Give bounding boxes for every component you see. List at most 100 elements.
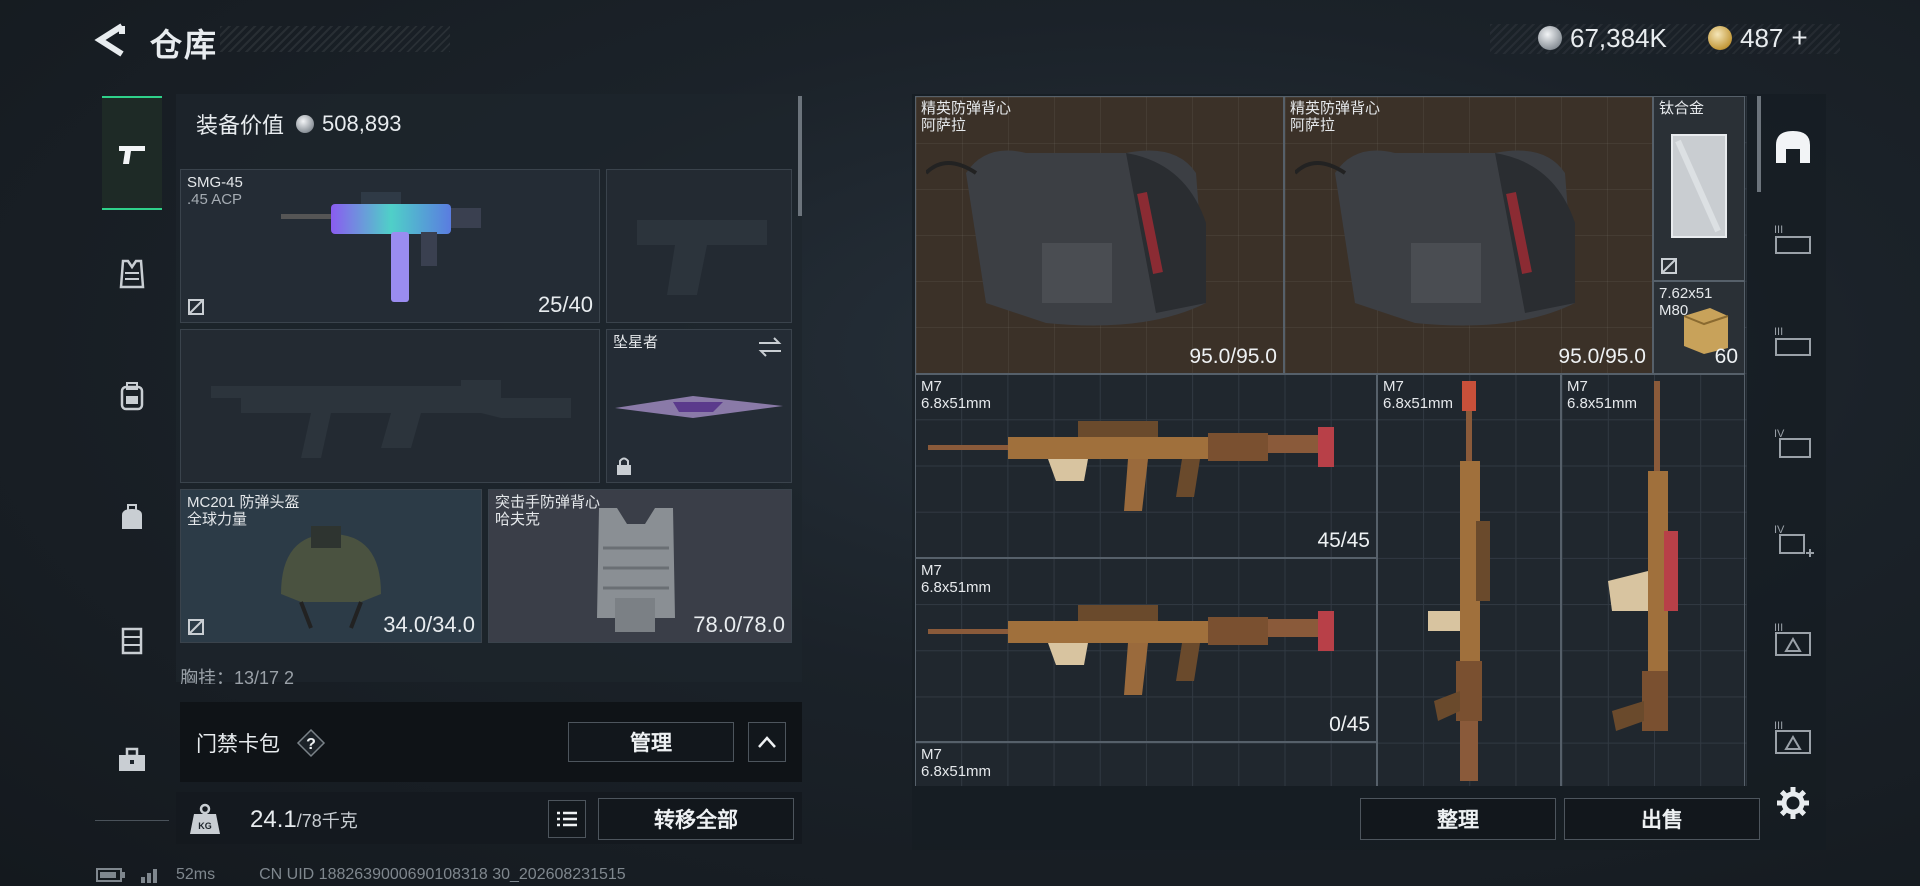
elite-vest-image xyxy=(1295,150,1575,326)
shelf-6-icon: III xyxy=(1774,720,1811,754)
gold-currency[interactable]: 487 + xyxy=(1708,20,1808,56)
uid-text: CN UID 1882639000690108318 30_2026082315… xyxy=(259,866,626,883)
no-insure-icon xyxy=(188,299,204,315)
melee-slot[interactable]: 坠星者 xyxy=(606,329,792,483)
sell-button[interactable]: 出售 xyxy=(1564,798,1760,840)
weight-text: 24.1/78千克 xyxy=(250,806,358,834)
helmet-durability: 34.0/34.0 xyxy=(383,612,475,637)
item-brand: 阿萨拉 xyxy=(921,117,967,134)
knife-image xyxy=(615,396,783,418)
signal-icon xyxy=(141,869,157,883)
primary-weapon-ammo: .45 ACP xyxy=(187,191,243,208)
tab-items[interactable] xyxy=(102,476,162,560)
sort-button[interactable]: 整理 xyxy=(1360,798,1556,840)
toolbox-icon xyxy=(119,747,145,771)
item-name: M7 xyxy=(921,562,942,579)
tab-toolbox[interactable] xyxy=(102,718,162,802)
vest-durability: 78.0/78.0 xyxy=(693,612,785,637)
m7-rifle-image xyxy=(928,421,1334,511)
m7-rifle-vertical-image xyxy=(1608,381,1678,731)
item-name: M7 xyxy=(921,378,942,395)
loadout-scrollbar[interactable] xyxy=(798,96,802,216)
helmet-slot[interactable]: MC201 防弹头盔 全球力量 34.0/34.0 xyxy=(180,489,482,643)
safe-icon xyxy=(1776,131,1810,163)
item-durability: 95.0/95.0 xyxy=(1189,345,1277,368)
title-stripe-decoration xyxy=(220,26,450,52)
storage-item-rifle[interactable]: M7 6.8x51mm xyxy=(915,742,1377,786)
shelf-tab-6[interactable]: III xyxy=(1768,712,1818,762)
storage-item-titanium[interactable]: 钛合金 xyxy=(1653,96,1745,281)
help-icon[interactable]: ? xyxy=(296,728,326,758)
storage-item-vest[interactable]: 精英防弹背心 阿萨拉 95.0/95.0 xyxy=(915,96,1284,374)
shelf-5-icon: III xyxy=(1774,622,1811,656)
weight-icon: KG xyxy=(190,803,220,834)
storage-item-rifle[interactable]: M7 6.8x51mm 0/45 xyxy=(915,558,1377,742)
shelf-3b-icon: III xyxy=(1774,326,1811,356)
item-durability: 95.0/95.0 xyxy=(1558,345,1646,368)
chest-rig-row[interactable]: 胸挂：13/17 2 xyxy=(180,664,792,684)
secondary-weapon-slot[interactable] xyxy=(180,329,600,483)
weight-value: 24.1 xyxy=(250,806,297,833)
collapse-button[interactable] xyxy=(748,722,786,762)
settings-button[interactable] xyxy=(1768,778,1818,828)
primary-weapon-slot[interactable]: SMG-45 .45 ACP 25/40 xyxy=(180,169,600,323)
svg-text:KG: KG xyxy=(198,821,212,831)
shelf-tab-4-add[interactable]: IV xyxy=(1768,516,1818,566)
primary-weapon-name: SMG-45 xyxy=(187,174,243,191)
item-brand: 阿萨拉 xyxy=(1290,117,1336,134)
rig-icon xyxy=(121,627,143,655)
tab-weapons[interactable] xyxy=(102,96,162,210)
storage-item-rifle[interactable]: M7 6.8x51mm xyxy=(1377,374,1561,786)
item-ammo: 6.8x51mm xyxy=(921,763,992,780)
manage-button[interactable]: 管理 xyxy=(568,722,734,762)
safe-box-tab[interactable] xyxy=(1768,122,1818,172)
primary-weapon-ammo-count: 25/40 xyxy=(537,292,593,317)
tab-backpack[interactable] xyxy=(102,354,162,438)
shelf-tab-5[interactable]: III xyxy=(1768,614,1818,664)
smg-image xyxy=(281,192,481,302)
storage-item-vest[interactable]: 精英防弹背心 阿萨拉 95.0/95.0 xyxy=(1284,96,1653,374)
vest-label: 突击手防弹背心 哈夫克 xyxy=(495,494,600,528)
rifle-silhouette-icon xyxy=(211,380,571,458)
helmet-name: MC201 防弹头盔 xyxy=(187,494,300,511)
shelf-tab-3[interactable]: III xyxy=(1768,214,1818,264)
pistol-slot[interactable] xyxy=(606,169,792,323)
battery-icon xyxy=(96,868,125,882)
backpack-icon xyxy=(120,382,144,411)
status-footer: 52ms CN UID 1882639000690108318 30_20260… xyxy=(96,866,626,884)
tab-chest-rig[interactable] xyxy=(102,598,162,682)
help-icon-label: ? xyxy=(306,736,316,753)
elite-vest-image xyxy=(926,150,1206,326)
swap-icon[interactable] xyxy=(757,336,783,358)
item-name: 精英防弹背心 xyxy=(921,100,1012,117)
storage-item-rifle[interactable]: M7 6.8x51mm xyxy=(1561,374,1745,786)
silver-currency-value: 67,384K xyxy=(1570,22,1667,53)
no-insure-icon xyxy=(1661,258,1677,274)
helmet-image xyxy=(281,526,381,629)
silver-coin-icon xyxy=(1538,26,1562,50)
primary-weapon-label: SMG-45 .45 ACP xyxy=(187,174,243,208)
vest-slot[interactable]: 突击手防弹背心 哈夫克 78.0/78.0 xyxy=(488,489,792,643)
shelf-tab-4[interactable]: IV xyxy=(1768,418,1818,468)
gold-currency-value: 487 xyxy=(1740,22,1784,53)
vest-name: 突击手防弹背心 xyxy=(495,494,601,511)
equipment-value: 508,893 xyxy=(322,111,402,136)
bag-icon xyxy=(122,504,142,529)
add-currency-icon[interactable]: + xyxy=(1791,22,1807,54)
shelf-tab-3b[interactable]: III xyxy=(1768,316,1818,366)
melee-name: 坠星者 xyxy=(613,334,659,351)
storage-scrollbar[interactable] xyxy=(1757,96,1761,192)
page-title: 仓库 xyxy=(150,27,219,63)
helmet-label: MC201 防弹头盔 全球力量 xyxy=(187,494,300,528)
svg-text:III: III xyxy=(1774,326,1783,338)
storage-item-rifle[interactable]: M7 6.8x51mm 45/45 xyxy=(915,374,1377,558)
weight-unit: /78千克 xyxy=(296,811,358,831)
list-view-button[interactable] xyxy=(548,800,586,838)
shelf-4-icon: IV xyxy=(1774,428,1811,458)
tab-armor[interactable] xyxy=(102,232,162,316)
storage-item-ammo[interactable]: 7.62x51 M80 60 xyxy=(1653,281,1745,374)
item-ammo-count: 0/45 xyxy=(1329,713,1370,736)
transfer-all-button[interactable]: 转移全部 xyxy=(598,798,794,840)
back-arrow-icon[interactable] xyxy=(92,22,132,58)
m7-rifle-image xyxy=(928,605,1334,695)
